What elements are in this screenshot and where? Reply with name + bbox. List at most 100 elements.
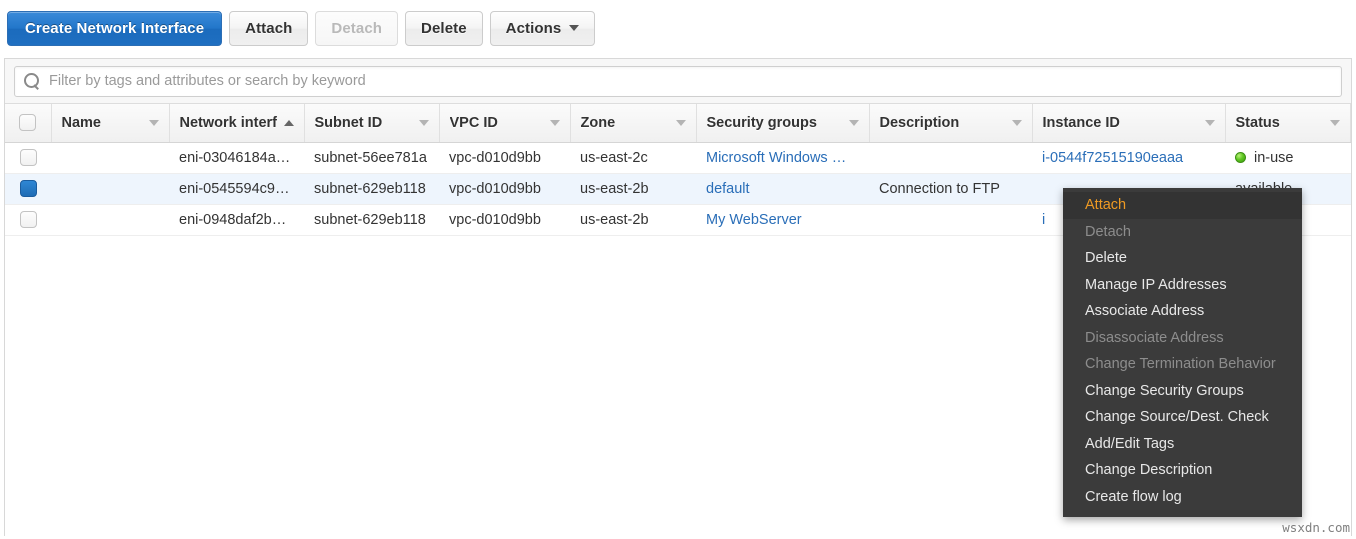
column-header-vpc-id[interactable]: VPC ID (439, 104, 570, 142)
column-header-label: Status (1236, 115, 1325, 131)
cell-subnet-id: subnet-629eb118 (304, 204, 439, 235)
menu-item-label: Attach (1085, 197, 1126, 213)
cell-name (51, 204, 169, 235)
button-label: Actions (506, 20, 562, 37)
watermark: wsxdn.com (1282, 520, 1350, 535)
search-icon (24, 73, 40, 89)
menu-item-disassociate-address: Disassociate Address (1063, 325, 1302, 352)
cell-security-groups[interactable]: default (696, 173, 869, 204)
vpc-id-text: vpc-d010d9bb (449, 212, 541, 228)
cell-security-groups[interactable]: My WebServer (696, 204, 869, 235)
instance-id-link[interactable]: i (1042, 212, 1045, 228)
search-input[interactable]: Filter by tags and attributes or search … (14, 66, 1342, 97)
menu-item-delete[interactable]: Delete (1063, 245, 1302, 272)
cell-name (51, 173, 169, 204)
cell-instance-id[interactable]: i-0544f72515190eaaa (1032, 142, 1225, 173)
row-checkbox[interactable] (20, 211, 37, 228)
row-select-cell[interactable] (5, 142, 51, 173)
menu-item-label: Change Description (1085, 462, 1212, 478)
actions-context-menu[interactable]: Attach Detach Delete Manage IP Addresses Ass… (1063, 188, 1302, 517)
column-header-label: Name (62, 115, 143, 131)
column-header-security-groups[interactable]: Security groups (696, 104, 869, 142)
menu-item-change-security-groups[interactable]: Change Security Groups (1063, 378, 1302, 405)
vpc-id-text: vpc-d010d9bb (449, 181, 541, 197)
chevron-down-icon (569, 25, 579, 31)
security-groups-link[interactable]: default (706, 181, 750, 197)
menu-item-change-description[interactable]: Change Description (1063, 457, 1302, 484)
row-checkbox[interactable] (20, 180, 37, 197)
cell-network-interface: eni-0545594c9… (169, 173, 304, 204)
status-badge: in-use (1235, 150, 1341, 166)
row-select-cell[interactable] (5, 204, 51, 235)
create-network-interface-button[interactable]: Create Network Interface (7, 11, 222, 46)
button-label: Attach (245, 20, 292, 37)
menu-item-label: Change Source/Dest. Check (1085, 409, 1269, 425)
column-header-network-interf[interactable]: Network interf (169, 104, 304, 142)
chevron-down-icon[interactable] (1012, 120, 1022, 126)
menu-item-label: Delete (1085, 250, 1127, 266)
column-header-instance-id[interactable]: Instance ID (1032, 104, 1225, 142)
subnet-id-text: subnet-56ee781a (314, 150, 427, 166)
column-header-label: Network interf (180, 115, 279, 131)
network-interfaces-page: Create Network Interface Attach Detach Dele… (0, 0, 1356, 539)
column-header-label: Security groups (707, 115, 843, 131)
select-all-checkbox[interactable] (19, 114, 36, 131)
menu-item-associate-address[interactable]: Associate Address (1063, 298, 1302, 325)
column-header-subnet-id[interactable]: Subnet ID (304, 104, 439, 142)
cell-network-interface: eni-03046184a… (169, 142, 304, 173)
menu-item-create-flow-log[interactable]: Create flow log (1063, 484, 1302, 511)
table-header-row: Name Network interf Subnet ID VPC ID Zone Sec… (5, 104, 1351, 142)
menu-item-label: Disassociate Address (1085, 330, 1224, 346)
table-row[interactable]: eni-03046184a… subnet-56ee781a vpc-d010d9b… (5, 142, 1351, 173)
menu-item-detach: Detach (1063, 219, 1302, 246)
select-all-header[interactable] (5, 104, 51, 142)
column-header-label: Instance ID (1043, 115, 1199, 131)
button-label: Detach (331, 20, 382, 37)
menu-item-label: Change Security Groups (1085, 383, 1244, 399)
menu-item-change-source-dest-check[interactable]: Change Source/Dest. Check (1063, 404, 1302, 431)
actions-button[interactable]: Actions (490, 11, 596, 46)
vpc-id-text: vpc-d010d9bb (449, 150, 541, 166)
row-checkbox[interactable] (20, 149, 37, 166)
menu-item-label: Add/Edit Tags (1085, 436, 1174, 452)
chevron-down-icon[interactable] (676, 120, 686, 126)
menu-item-add-edit-tags[interactable]: Add/Edit Tags (1063, 431, 1302, 458)
table-header: Name Network interf Subnet ID VPC ID Zone Sec… (5, 104, 1351, 142)
menu-item-label: Create flow log (1085, 489, 1182, 505)
menu-item-manage-ip-addresses[interactable]: Manage IP Addresses (1063, 272, 1302, 299)
zone-text: us-east-2c (580, 150, 648, 166)
menu-item-label: Manage IP Addresses (1085, 277, 1227, 293)
delete-button[interactable]: Delete (405, 11, 483, 46)
subnet-id-text: subnet-629eb118 (314, 181, 426, 197)
row-select-cell[interactable] (5, 173, 51, 204)
cell-vpc-id: vpc-d010d9bb (439, 204, 570, 235)
button-label: Delete (421, 20, 467, 37)
column-header-description[interactable]: Description (869, 104, 1032, 142)
cell-zone: us-east-2c (570, 142, 696, 173)
cell-zone: us-east-2b (570, 173, 696, 204)
menu-item-attach[interactable]: Attach (1063, 192, 1302, 219)
column-header-name[interactable]: Name (51, 104, 169, 142)
cell-security-groups[interactable]: Microsoft Windows … (696, 142, 869, 173)
menu-item-label: Associate Address (1085, 303, 1204, 319)
cell-vpc-id: vpc-d010d9bb (439, 142, 570, 173)
column-header-status[interactable]: Status (1225, 104, 1351, 142)
chevron-down-icon[interactable] (849, 120, 859, 126)
instance-id-link[interactable]: i-0544f72515190eaaa (1042, 150, 1183, 166)
status-text: in-use (1254, 150, 1294, 166)
cell-name (51, 142, 169, 173)
chevron-down-icon[interactable] (550, 120, 560, 126)
cell-description: Connection to FTP (869, 173, 1032, 204)
chevron-down-icon[interactable] (149, 120, 159, 126)
attach-button[interactable]: Attach (229, 11, 308, 46)
chevron-down-icon[interactable] (1205, 120, 1215, 126)
chevron-down-icon[interactable] (1330, 120, 1340, 126)
cell-subnet-id: subnet-56ee781a (304, 142, 439, 173)
chevron-down-icon[interactable] (419, 120, 429, 126)
security-groups-link[interactable]: Microsoft Windows … (706, 150, 846, 166)
security-groups-link[interactable]: My WebServer (706, 212, 802, 228)
column-header-label: Description (880, 115, 1006, 131)
column-header-zone[interactable]: Zone (570, 104, 696, 142)
cell-description (869, 142, 1032, 173)
column-header-label: VPC ID (450, 115, 544, 131)
